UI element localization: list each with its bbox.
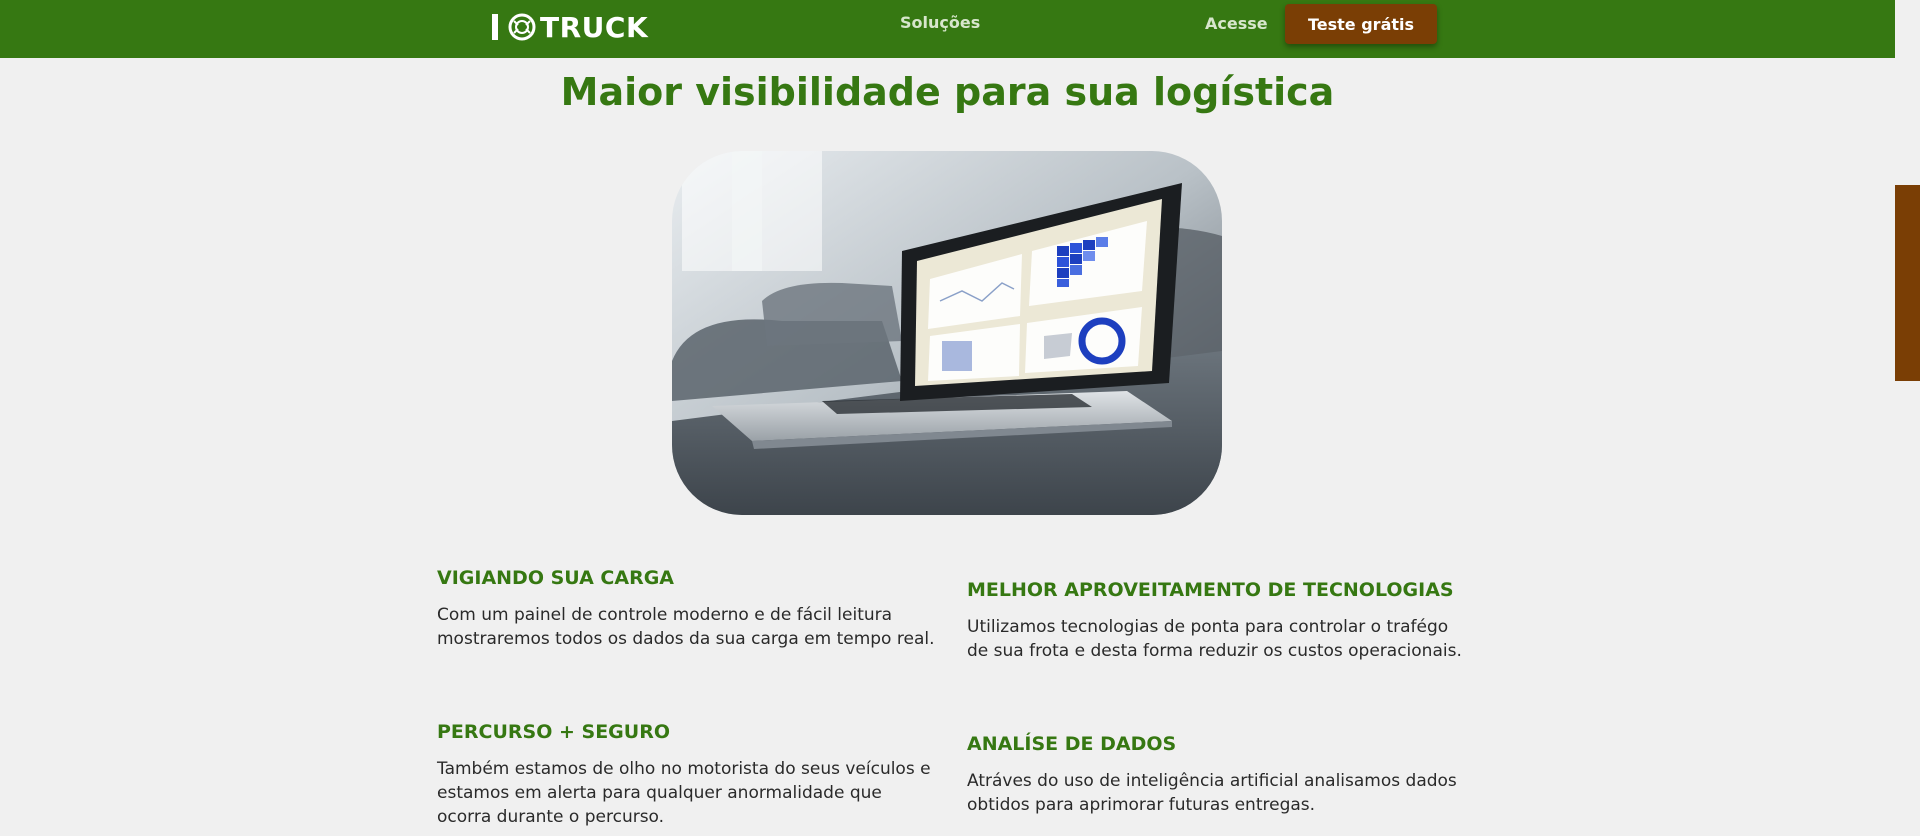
feature-percurso-seguro: PERCURSO + SEGURO Também estamos de olho… bbox=[437, 721, 937, 829]
page-viewport: TRUCK Soluções Acesse Teste grátis Maior… bbox=[0, 0, 1895, 836]
page-scrollbar[interactable] bbox=[1895, 0, 1920, 836]
brand-name: TRUCK bbox=[540, 10, 649, 44]
scrollbar-thumb[interactable] bbox=[1895, 185, 1920, 381]
feature-title: MELHOR APROVEITAMENTO DE TECNOLOGIAS bbox=[967, 579, 1454, 601]
feature-text: Também estamos de olho no motorista do s… bbox=[437, 759, 931, 827]
hero-title: Maior visibilidade para sua logística bbox=[560, 70, 1335, 114]
laptop-dashboard-image bbox=[672, 151, 1222, 515]
top-navigation-bar: TRUCK Soluções Acesse Teste grátis bbox=[0, 0, 1895, 58]
brand-logo[interactable]: TRUCK bbox=[492, 10, 648, 44]
feature-text: Utilizamos tecnologias de ponta para con… bbox=[967, 617, 1462, 661]
free-trial-button[interactable]: Teste grátis bbox=[1285, 4, 1437, 44]
nav-link-acesse[interactable]: Acesse bbox=[1205, 14, 1268, 33]
feature-melhor-aproveitamento: MELHOR APROVEITAMENTO DE TECNOLOGIAS Uti… bbox=[967, 579, 1467, 663]
tire-icon bbox=[508, 13, 536, 41]
feature-vigiando-sua-carga: VIGIANDO SUA CARGA Com um painel de cont… bbox=[437, 567, 937, 651]
feature-title: PERCURSO + SEGURO bbox=[437, 721, 670, 743]
feature-text: Atráves do uso de inteligência artificia… bbox=[967, 771, 1457, 815]
feature-title: VIGIANDO SUA CARGA bbox=[437, 567, 675, 589]
feature-text: Com um painel de controle moderno e de f… bbox=[437, 605, 935, 649]
feature-analise-de-dados: ANALÍSE DE DADOS Atráves do uso de intel… bbox=[967, 733, 1467, 817]
feature-title: ANALÍSE DE DADOS bbox=[967, 733, 1177, 755]
logo-bar bbox=[492, 14, 498, 40]
laptop-illustration bbox=[672, 151, 1222, 515]
nav-link-solucoes[interactable]: Soluções bbox=[900, 13, 980, 32]
